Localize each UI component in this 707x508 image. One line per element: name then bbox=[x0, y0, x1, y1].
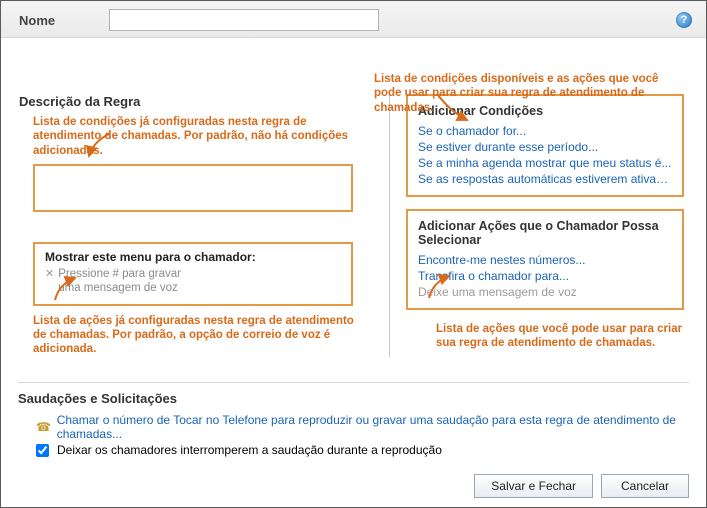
action-disabled: Deixe uma mensagem de voz bbox=[418, 284, 672, 300]
action-link[interactable]: Encontre-me nestes números... bbox=[418, 252, 672, 268]
configured-conditions-box bbox=[33, 164, 353, 212]
phone-record-link[interactable]: Chamar o número de Tocar no Telefone par… bbox=[57, 413, 689, 441]
callout-available-list: Lista de condições disponíveis e as açõe… bbox=[374, 72, 686, 115]
caller-menu-box: Mostrar este menu para o chamador: ✕ Pre… bbox=[33, 242, 353, 306]
right-column: Adicionar Condições Se o chamador for...… bbox=[389, 94, 688, 357]
header-bar: Nome ? bbox=[1, 1, 706, 38]
caller-menu-title: Mostrar este menu para o chamador: bbox=[45, 250, 341, 264]
rule-description-title: Descrição da Regra bbox=[19, 94, 371, 109]
callout-configured-conditions: Lista de condições já configuradas nesta… bbox=[33, 115, 363, 158]
button-bar: Salvar e Fechar Cancelar bbox=[474, 474, 689, 498]
voicemail-default-row: ✕ Pressione # para gravar uma mensagem d… bbox=[45, 268, 341, 296]
interrupt-row: Deixar os chamadores interromperem a sau… bbox=[18, 442, 689, 458]
save-close-button[interactable]: Salvar e Fechar bbox=[474, 474, 593, 498]
name-input[interactable] bbox=[109, 9, 379, 31]
help-icon[interactable]: ? bbox=[676, 12, 692, 28]
left-column: Descrição da Regra Lista de condições já… bbox=[19, 94, 389, 357]
action-link[interactable]: Transfira o chamador para... bbox=[418, 268, 672, 284]
condition-link[interactable]: Se a minha agenda mostrar que meu status… bbox=[418, 155, 672, 171]
phone-icon bbox=[36, 420, 51, 434]
voicemail-line2: uma mensagem de voz bbox=[58, 282, 181, 296]
add-actions-box: Adicionar Ações que o Chamador Possa Sel… bbox=[406, 209, 684, 310]
condition-link[interactable]: Se as respostas automáticas estiverem at… bbox=[418, 171, 672, 187]
interrupt-label: Deixar os chamadores interromperem a sau… bbox=[57, 443, 442, 457]
main-area: Lista de condições disponíveis e as açõe… bbox=[1, 38, 706, 363]
name-label: Nome bbox=[19, 13, 109, 28]
condition-link[interactable]: Se o chamador for... bbox=[418, 123, 672, 139]
cancel-button[interactable]: Cancelar bbox=[601, 474, 689, 498]
voicemail-line1: Pressione # para gravar bbox=[58, 268, 181, 282]
greetings-section: Saudações e Solicitações Chamar o número… bbox=[18, 382, 689, 458]
delete-x-icon: ✕ bbox=[45, 268, 54, 281]
greetings-title: Saudações e Solicitações bbox=[18, 391, 689, 406]
condition-link[interactable]: Se estiver durante esse período... bbox=[418, 139, 672, 155]
phone-record-row: Chamar o número de Tocar no Telefone par… bbox=[18, 412, 689, 442]
add-actions-title: Adicionar Ações que o Chamador Possa Sel… bbox=[418, 219, 672, 247]
callout-actions-use: Lista de ações que você pode usar para c… bbox=[436, 322, 686, 351]
interrupt-checkbox[interactable] bbox=[36, 444, 49, 457]
callout-configured-actions: Lista de ações já configuradas nesta reg… bbox=[33, 314, 365, 357]
